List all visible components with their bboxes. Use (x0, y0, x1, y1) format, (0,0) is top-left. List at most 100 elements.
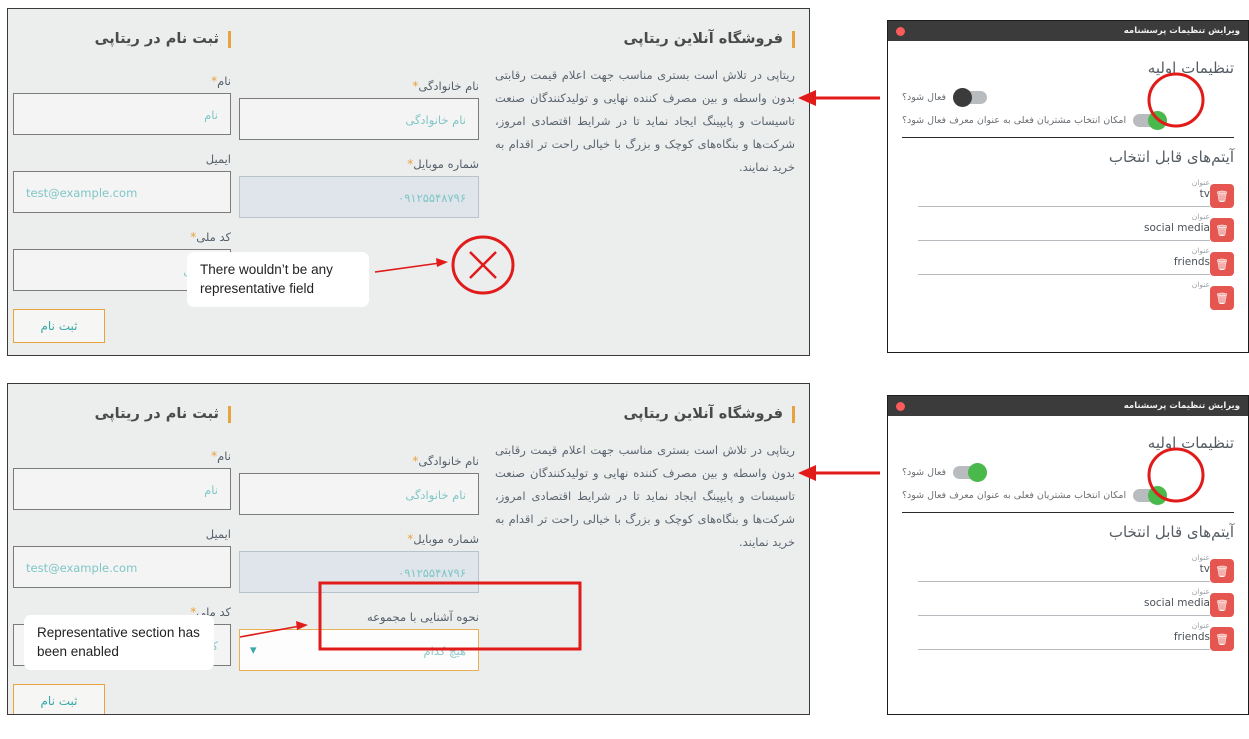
item-field: عنوان tv (902, 553, 1210, 582)
enable-toggle-label: فعال شود؟ (902, 467, 947, 478)
delete-item-button[interactable]: 🗑 (1210, 559, 1234, 583)
item-field-input[interactable]: social media (918, 221, 1210, 241)
annotation-callout-bottom: Representative section has been enabled (24, 615, 214, 671)
email-label: ایمیل (205, 527, 231, 542)
enable-toggle[interactable] (953, 88, 988, 107)
window-title: ویرایش تنظیمات پرسشنامه (1123, 401, 1240, 411)
enable-toggle-label: فعال شود؟ (902, 92, 947, 103)
item-field: عنوان friends (902, 621, 1210, 650)
existing-customers-toggle[interactable] (1133, 486, 1168, 505)
list-item: عنوان tv 🗑 (902, 553, 1234, 583)
trash-icon: 🗑 (1215, 598, 1229, 612)
mobile-input: ۰۹۱۲۵۵۴۸۷۹۶ (239, 176, 479, 218)
existing-customers-toggle-row: امکان انتخاب مشتریان فعلی به عنوان معرف … (902, 486, 1234, 505)
register-section-title: ثبت نام در ریتاپی (13, 31, 231, 49)
trash-icon: 🗑 (1215, 189, 1229, 203)
delete-item-button[interactable]: 🗑 (1210, 218, 1234, 242)
delete-item-button[interactable]: 🗑 (1210, 627, 1234, 651)
item-field-input[interactable]: friends (918, 255, 1210, 275)
existing-customers-toggle-row: امکان انتخاب مشتریان فعلی به عنوان معرف … (902, 111, 1234, 130)
annotation-callout-top: There wouldn’t be any representative fie… (187, 252, 369, 308)
existing-customers-toggle-label: امکان انتخاب مشتریان فعلی به عنوان معرف … (902, 490, 1127, 501)
last-name-input[interactable]: نام خانوادگی (239, 473, 479, 515)
list-item: عنوان 🗑 (902, 280, 1234, 310)
selectable-items-list: عنوان tv 🗑 عنوان social media 🗑 عنوان fr… (902, 553, 1234, 688)
first-name-input[interactable]: نام (13, 468, 231, 511)
national-code-label: کد ملی* (190, 230, 231, 245)
item-field-label: عنوان (1191, 621, 1210, 630)
referral-select[interactable]: هیچ کدام ▾ (239, 629, 479, 671)
about-description: ریتاپی در تلاش است بستری مناسب جهت اعلام… (495, 443, 795, 550)
item-field: عنوان tv (902, 178, 1210, 207)
delete-item-button[interactable]: 🗑 (1210, 184, 1234, 208)
item-field-label: عنوان (1191, 178, 1210, 187)
list-item: عنوان friends 🗑 (902, 621, 1234, 651)
existing-customers-toggle-label: امکان انتخاب مشتریان فعلی به عنوان معرف … (902, 115, 1127, 126)
window-title: ویرایش تنظیمات پرسشنامه (1123, 26, 1240, 36)
window-titlebar: ویرایش تنظیمات پرسشنامه (888, 21, 1248, 41)
close-icon[interactable] (896, 402, 905, 411)
last-name-input[interactable]: نام خانوادگی (239, 98, 479, 140)
section-divider (902, 512, 1234, 513)
selectable-items-list: عنوان tv 🗑 عنوان social media 🗑 عنوان fr… (902, 178, 1234, 323)
selectable-items-heading: آیتم‌های قابل انتخاب (1108, 148, 1234, 166)
item-field-input[interactable]: social media (918, 596, 1210, 616)
item-field-label: عنوان (1191, 553, 1210, 562)
item-field-input[interactable]: tv (918, 562, 1210, 582)
delete-item-button[interactable]: 🗑 (1210, 252, 1234, 276)
item-field: عنوان (902, 280, 1210, 289)
list-item: عنوان social media 🗑 (902, 212, 1234, 242)
about-description: ریتاپی در تلاش است بستری مناسب جهت اعلام… (495, 68, 795, 175)
item-field-label: عنوان (1191, 246, 1210, 255)
first-name-label: نام* (211, 449, 231, 464)
trash-icon: 🗑 (1215, 257, 1229, 271)
first-name-label: نام* (211, 74, 231, 89)
enable-toggle-row: فعال شود؟ (902, 88, 1234, 107)
submit-button[interactable]: ثبت نام (13, 309, 105, 344)
questionnaire-settings-window-after: ویرایش تنظیمات پرسشنامه تنظیمات اولیه فع… (887, 395, 1249, 715)
initial-settings-heading: تنظیمات اولیه (1147, 59, 1234, 77)
questionnaire-settings-window-before: ویرایش تنظیمات پرسشنامه تنظیمات اولیه فع… (887, 20, 1249, 353)
item-field: عنوان social media (902, 587, 1210, 616)
window-titlebar: ویرایش تنظیمات پرسشنامه (888, 396, 1248, 416)
mobile-label: شماره موبایل* (407, 157, 479, 171)
item-field-input[interactable]: tv (918, 187, 1210, 207)
email-label: ایمیل (205, 152, 231, 167)
item-field-input[interactable]: friends (918, 630, 1210, 650)
initial-settings-heading: تنظیمات اولیه (1147, 434, 1234, 452)
mobile-input: ۰۹۱۲۵۵۴۸۷۹۶ (239, 551, 479, 593)
referral-label: نحوه آشنایی با مجموعه (366, 610, 479, 624)
trash-icon: 🗑 (1215, 632, 1229, 646)
list-item: عنوان friends 🗑 (902, 246, 1234, 276)
toggle-knob (968, 463, 988, 482)
screenshot-stage: فروشگاه آنلاین ریتاپی ریتاپی در تلاش است… (0, 0, 1249, 739)
register-section-title: ثبت نام در ریتاپی (13, 406, 231, 424)
item-field-label: عنوان (1191, 587, 1210, 596)
selectable-items-heading: آیتم‌های قابل انتخاب (1108, 523, 1234, 541)
submit-button[interactable]: ثبت نام (13, 684, 105, 714)
toggle-knob (953, 88, 973, 107)
enable-toggle-row: فعال شود؟ (902, 463, 1234, 482)
arrow-bottom (798, 465, 880, 481)
list-item: عنوان social media 🗑 (902, 587, 1234, 617)
trash-icon: 🗑 (1215, 223, 1229, 237)
referral-select-value: هیچ کدام (423, 644, 466, 658)
toggle-knob (1148, 486, 1168, 505)
trash-icon: 🗑 (1215, 291, 1229, 305)
list-item: عنوان tv 🗑 (902, 178, 1234, 208)
last-name-label: نام خانوادگی* (412, 454, 479, 468)
section-divider (902, 137, 1234, 138)
last-name-label: نام خانوادگی* (412, 79, 479, 93)
email-input[interactable]: test@example.com (13, 171, 231, 214)
first-name-input[interactable]: نام (13, 93, 231, 136)
item-field: عنوان friends (902, 246, 1210, 275)
about-section-title: فروشگاه آنلاین ریتاپی (495, 31, 795, 49)
about-section-title: فروشگاه آنلاین ریتاپی (495, 406, 795, 424)
delete-item-button[interactable]: 🗑 (1210, 593, 1234, 617)
close-icon[interactable] (896, 27, 905, 36)
arrow-top (798, 90, 880, 106)
email-input[interactable]: test@example.com (13, 546, 231, 589)
enable-toggle[interactable] (953, 463, 988, 482)
existing-customers-toggle[interactable] (1133, 111, 1168, 130)
delete-item-button[interactable]: 🗑 (1210, 286, 1234, 310)
